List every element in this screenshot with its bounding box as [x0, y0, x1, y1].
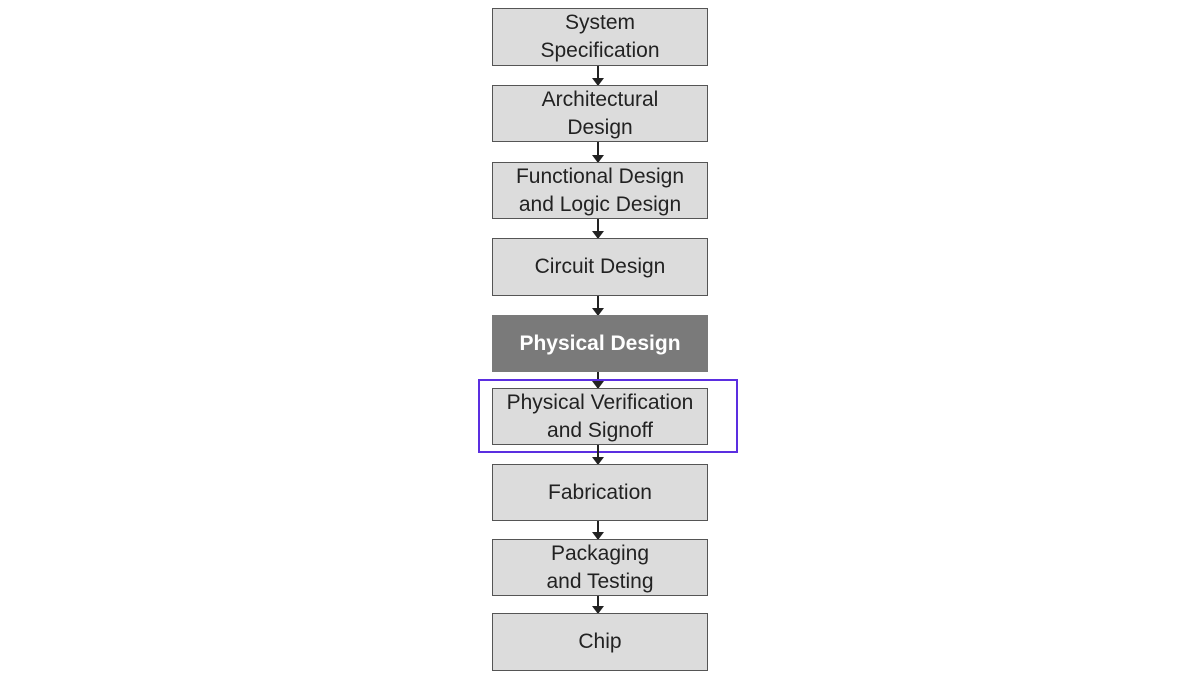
arrow-connector: [592, 219, 604, 239]
arrow-connector: [592, 66, 604, 86]
arrow-connector: [592, 596, 604, 614]
step-physical-design: Physical Design: [492, 315, 708, 372]
step-functional-logic-design: Functional Design and Logic Design: [492, 162, 708, 219]
step-packaging-testing: Packaging and Testing: [492, 539, 708, 596]
step-chip: Chip: [492, 613, 708, 671]
step-fabrication: Fabrication: [492, 464, 708, 521]
step-system-specification: System Specification: [492, 8, 708, 66]
highlight-box: [478, 379, 738, 453]
step-architectural-design: Architectural Design: [492, 85, 708, 142]
arrow-connector: [592, 445, 604, 465]
step-circuit-design: Circuit Design: [492, 238, 708, 296]
arrow-connector: [592, 296, 604, 316]
arrow-connector: [592, 142, 604, 163]
arrow-connector: [592, 521, 604, 540]
